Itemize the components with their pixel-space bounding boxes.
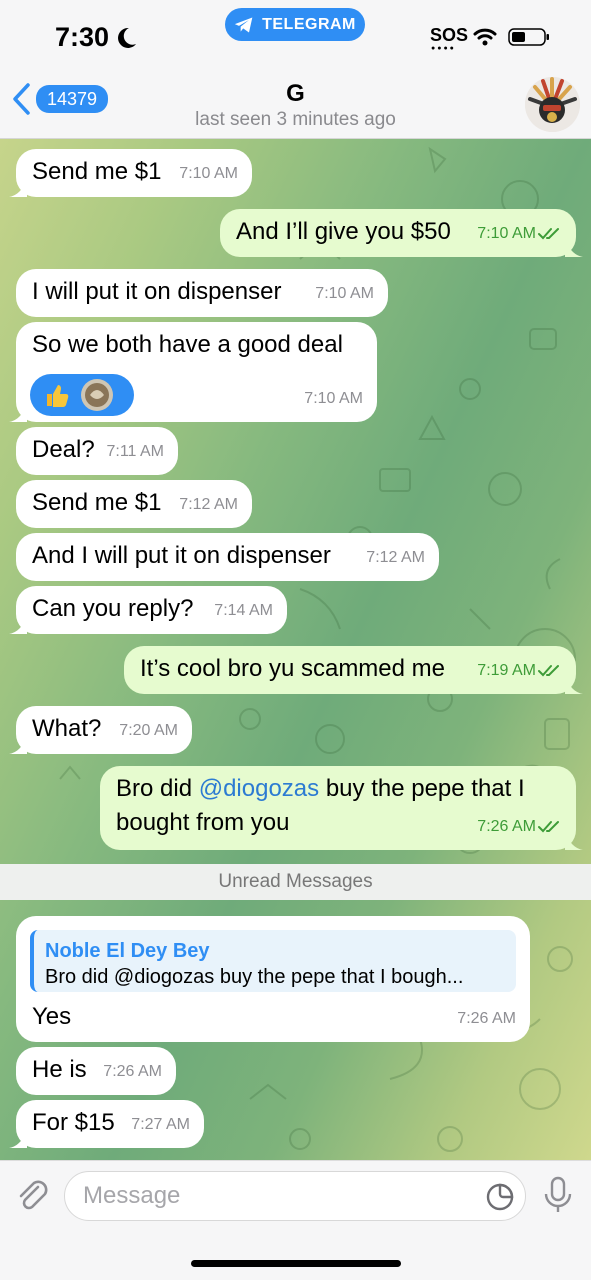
bubble-tail xyxy=(565,676,583,694)
message-time: 7:26 AM xyxy=(103,1063,162,1080)
message-outgoing[interactable]: It’s cool bro yu scammed me 7:19 AM xyxy=(124,646,583,694)
message-text-line-2: bought from you xyxy=(116,809,290,836)
message-time: 7:20 AM xyxy=(119,722,178,739)
message-input[interactable] xyxy=(83,1172,463,1220)
message-time: 7:19 AM xyxy=(477,662,536,679)
status-bar: 7:30 TELEGRAM SOS ●●●● xyxy=(0,0,591,68)
message-time: 7:14 AM xyxy=(214,602,273,619)
message-incoming[interactable]: I will put it on dispenser 7:10 AM xyxy=(16,269,388,317)
last-seen-status: last seen 3 minutes ago xyxy=(195,109,396,130)
wifi-icon xyxy=(473,28,497,46)
message-text: Can you reply? xyxy=(32,595,194,622)
double-check-icon xyxy=(538,227,559,240)
microphone-icon[interactable] xyxy=(542,1176,574,1214)
message-incoming[interactable]: For $15 7:27 AM xyxy=(9,1100,204,1148)
bubble-tail xyxy=(9,736,27,754)
bubble-tail xyxy=(9,179,27,197)
message-outgoing[interactable]: And I’ll give you $50 7:10 AM xyxy=(220,209,583,257)
coin-icon xyxy=(81,379,113,411)
message-text: Send me $1 xyxy=(32,158,162,185)
home-indicator xyxy=(191,1260,401,1267)
bubble-tail xyxy=(9,1130,27,1148)
message-text: I will put it on dispenser xyxy=(32,278,282,305)
bubble-tail xyxy=(565,832,583,850)
reply-preview[interactable]: Noble El Dey Bey Bro did @diogozas buy t… xyxy=(30,930,516,992)
message-text: So we both have a good deal xyxy=(32,331,343,358)
telegram-pill-label: TELEGRAM xyxy=(262,15,356,33)
message-text: He is xyxy=(32,1056,87,1083)
message-meta: 7:19 AM xyxy=(477,656,562,686)
message-time: 7:10 AM xyxy=(304,390,363,407)
emoji-reaction-pill[interactable] xyxy=(30,374,134,416)
message-incoming[interactable]: He is 7:26 AM xyxy=(16,1047,176,1095)
battery-icon xyxy=(508,28,549,46)
message-text: It’s cool bro yu scammed me xyxy=(140,655,446,682)
double-check-icon xyxy=(538,820,559,833)
message-text: And I’ll give you $50 xyxy=(236,218,451,245)
message-incoming[interactable]: Can you reply? 7:14 AM xyxy=(9,586,287,634)
message-incoming[interactable]: So we both have a good deal 7:10 AM xyxy=(9,322,377,422)
message-time: 7:11 AM xyxy=(106,443,164,460)
message-incoming-reply[interactable]: Noble El Dey Bey Bro did @diogozas buy t… xyxy=(16,916,530,1042)
message-text: Yes xyxy=(32,1003,72,1030)
message-text: What? xyxy=(32,715,102,742)
message-text: Deal? xyxy=(32,436,95,463)
message-time: 7:26 AM xyxy=(477,818,536,835)
message-outgoing[interactable]: Bro did @diogozas buy the pepe that I bo… xyxy=(100,766,583,850)
message-time: 7:10 AM xyxy=(315,285,374,302)
mention-link[interactable]: @diogozas xyxy=(199,775,319,802)
chat-area[interactable]: Send me $1 7:10 AM And I’ll give you $50… xyxy=(0,139,591,1160)
moon-icon xyxy=(118,27,136,48)
message-text: And I will put it on dispenser xyxy=(32,542,331,569)
message-text: Send me $1 xyxy=(32,489,162,516)
message-text-line-1: Bro did @diogozas buy the pepe that I xyxy=(116,775,525,802)
sos-indicator: SOS xyxy=(430,25,469,45)
message-field[interactable] xyxy=(64,1171,526,1221)
message-incoming[interactable]: Send me $1 7:12 AM xyxy=(16,480,252,528)
reply-quoted-text: Bro did @diogozas buy the pepe that I bo… xyxy=(45,966,464,988)
message-incoming[interactable]: And I will put it on dispenser 7:12 AM xyxy=(16,533,439,581)
message-time: 7:10 AM xyxy=(477,225,536,242)
message-meta: 7:26 AM xyxy=(477,812,562,842)
telegram-pill[interactable]: TELEGRAM xyxy=(225,8,365,41)
chat-title[interactable]: G xyxy=(0,80,591,108)
bubble-tail xyxy=(9,616,27,634)
message-incoming[interactable]: Send me $1 7:10 AM xyxy=(9,149,252,197)
telegram-plane-icon xyxy=(234,17,253,32)
paperclip-icon[interactable] xyxy=(14,1177,50,1215)
sticker-icon[interactable] xyxy=(485,1182,515,1212)
message-time: 7:12 AM xyxy=(179,496,238,513)
message-time: 7:12 AM xyxy=(366,549,425,566)
avatar[interactable] xyxy=(525,77,580,132)
message-meta: 7:10 AM xyxy=(477,219,562,249)
bubble-tail xyxy=(565,239,583,257)
double-check-icon xyxy=(538,664,559,677)
chat-header: 14379 G last seen 3 minutes ago xyxy=(0,68,591,139)
message-time: 7:10 AM xyxy=(179,165,238,182)
message-time: 7:26 AM xyxy=(457,1010,516,1027)
message-incoming[interactable]: What? 7:20 AM xyxy=(9,706,192,754)
status-time: 7:30 xyxy=(55,22,110,52)
message-text: For $15 xyxy=(32,1109,115,1136)
message-incoming[interactable]: Deal? 7:11 AM xyxy=(16,427,178,475)
unread-messages-divider: Unread Messages xyxy=(0,864,591,900)
avatar-headdress-image xyxy=(525,77,580,132)
signal-dots-icon: ●●●● xyxy=(431,45,456,52)
thumbs-up-icon xyxy=(47,385,69,407)
message-time: 7:27 AM xyxy=(131,1116,190,1133)
bubble-tail xyxy=(9,404,27,422)
